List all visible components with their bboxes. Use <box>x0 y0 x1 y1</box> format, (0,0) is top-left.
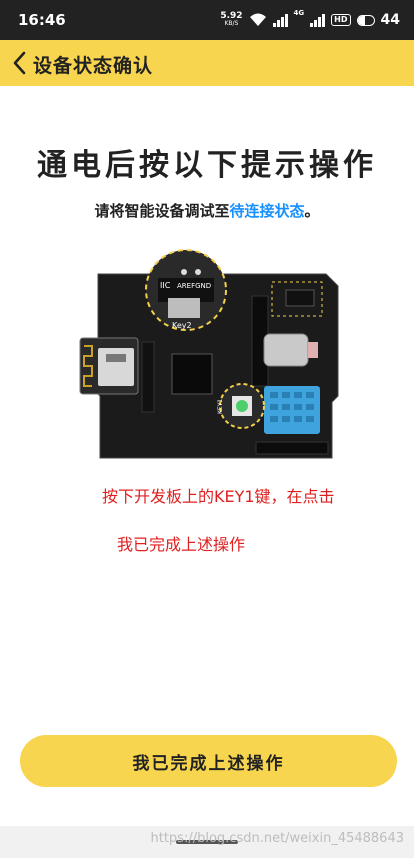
page-title: 设备状态确认 <box>33 55 154 77</box>
confirm-done-button[interactable]: 我已完成上述操作 <box>20 735 397 787</box>
hd-icon: HD <box>331 14 351 26</box>
network-speed-value: 5.92 <box>220 11 243 21</box>
iic-label: IIC <box>160 281 171 290</box>
battery-level: 44 <box>380 12 400 28</box>
subtitle: 请将智能设备调试至待连接状态。 <box>0 200 414 221</box>
bottom-nav-bar: https://blog.csdn.net/weixin_45488643 <box>0 826 414 858</box>
arefgnd-label: AREFGND <box>177 282 211 290</box>
app-header: 设备状态确认 <box>0 40 414 86</box>
dev-board-image: IIC AREFGND Key2 KEY1 <box>79 249 339 459</box>
subtitle-highlight: 待连接状态 <box>229 202 305 220</box>
watermark-text: https://blog.csdn.net/weixin_45488643 <box>150 831 404 846</box>
main-title: 通电后按以下提示操作 <box>37 148 377 183</box>
status-icons: 5.92 KB/S 4G HD 44 <box>220 9 400 31</box>
chevron-left-icon[interactable] <box>10 50 30 76</box>
network-type-label: 4G <box>293 9 305 17</box>
signal-4g-icon <box>310 13 326 27</box>
key2-label: Key2 <box>172 321 192 330</box>
network-speed-unit: KB/S <box>224 20 239 27</box>
status-bar: 16:46 5.92 KB/S 4G HD 44 <box>0 0 414 40</box>
instruction-line-1: 按下开发板上的KEY1键，在点击 <box>102 487 335 506</box>
battery-icon <box>356 14 375 26</box>
signal-icon <box>272 13 288 27</box>
network-speed: 5.92 KB/S <box>220 12 242 28</box>
instruction-line-2: 我已完成上述操作 <box>117 535 246 554</box>
subtitle-suffix: 。 <box>304 202 320 220</box>
key1-label: KEY1 <box>217 399 224 414</box>
subtitle-prefix: 请将智能设备调试至 <box>94 202 230 220</box>
wifi-icon <box>249 13 266 26</box>
status-time: 16:46 <box>18 11 66 29</box>
